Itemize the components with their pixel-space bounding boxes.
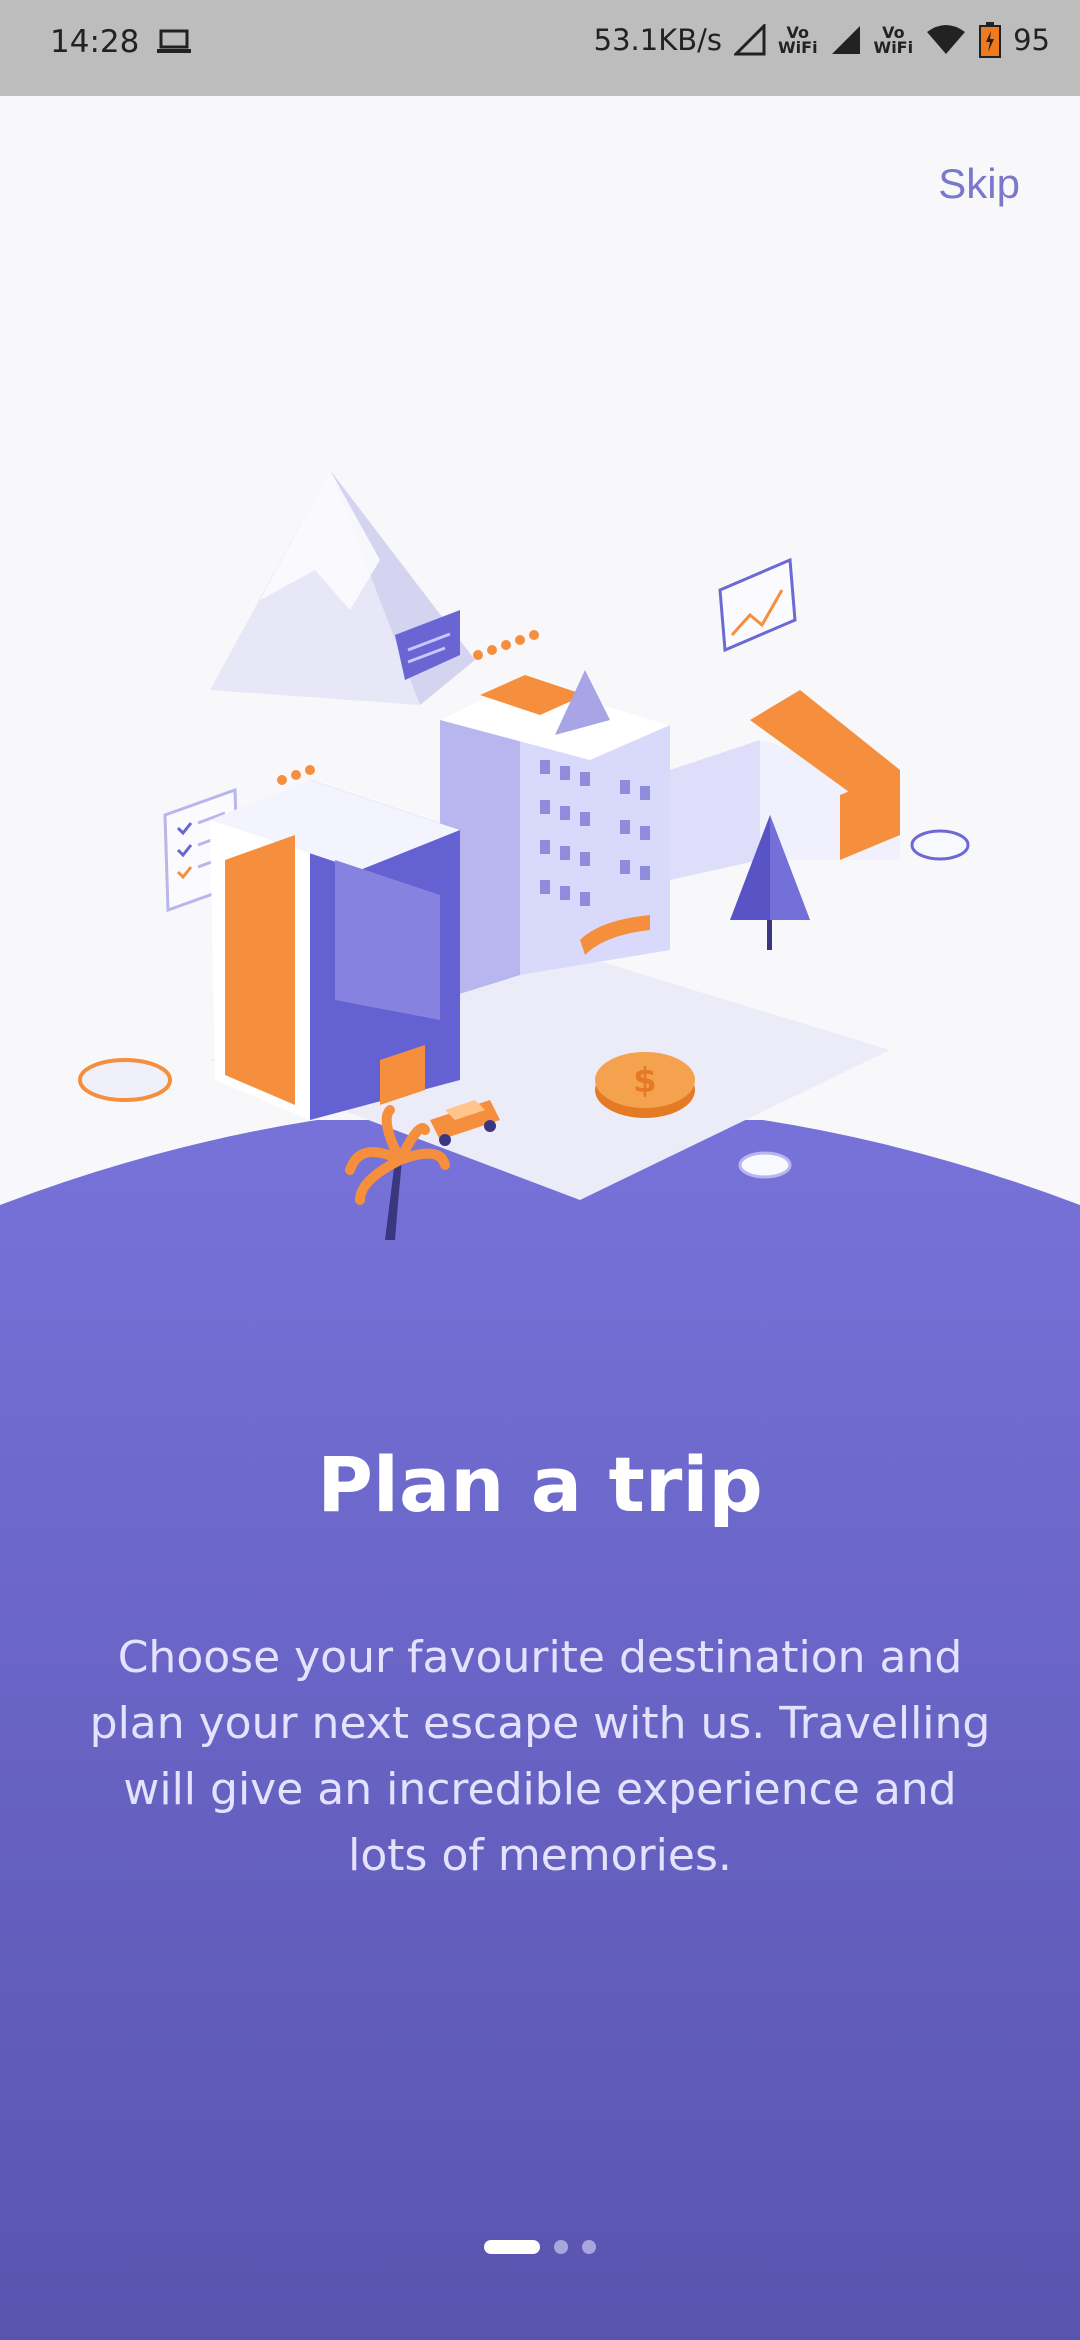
hotel-building-icon	[440, 670, 670, 1000]
wifi-icon	[927, 25, 966, 54]
page-dot[interactable]	[582, 2240, 596, 2254]
page-dot-active[interactable]	[484, 2240, 540, 2254]
skip-button[interactable]: Skip	[938, 160, 1020, 208]
status-bar: 14:28 53.1KB/s Vo WiFi Vo WiFi 95	[0, 0, 1080, 96]
signal-icon	[831, 26, 860, 54]
mountain-icon	[210, 470, 475, 705]
coin-icon	[910, 829, 970, 861]
battery-icon	[979, 22, 1002, 58]
coin-icon	[738, 1151, 792, 1179]
laptop-icon	[157, 29, 192, 53]
signal-icon	[734, 24, 766, 56]
coin-icon	[78, 1058, 172, 1102]
vowifi-label: Vo WiFi	[778, 23, 818, 57]
status-time: 14:28	[50, 24, 140, 60]
house-building-icon	[670, 690, 900, 880]
network-speed: 53.1KB/s	[593, 23, 722, 57]
battery-level: 95	[1013, 23, 1050, 57]
coin-icon: $	[595, 1052, 695, 1118]
vowifi-label: Vo WiFi	[873, 23, 914, 57]
city-illustration: $	[78, 470, 970, 1240]
chart-card-icon	[718, 557, 797, 653]
office-building-icon	[210, 780, 460, 1120]
page-indicator	[0, 2240, 1080, 2254]
onboarding-description: Choose your favourite destination and pl…	[89, 1632, 991, 1881]
onboarding-title: Plan a trip	[317, 1440, 763, 1529]
page-dot[interactable]	[554, 2240, 568, 2254]
svg-text:$: $	[633, 1061, 657, 1101]
